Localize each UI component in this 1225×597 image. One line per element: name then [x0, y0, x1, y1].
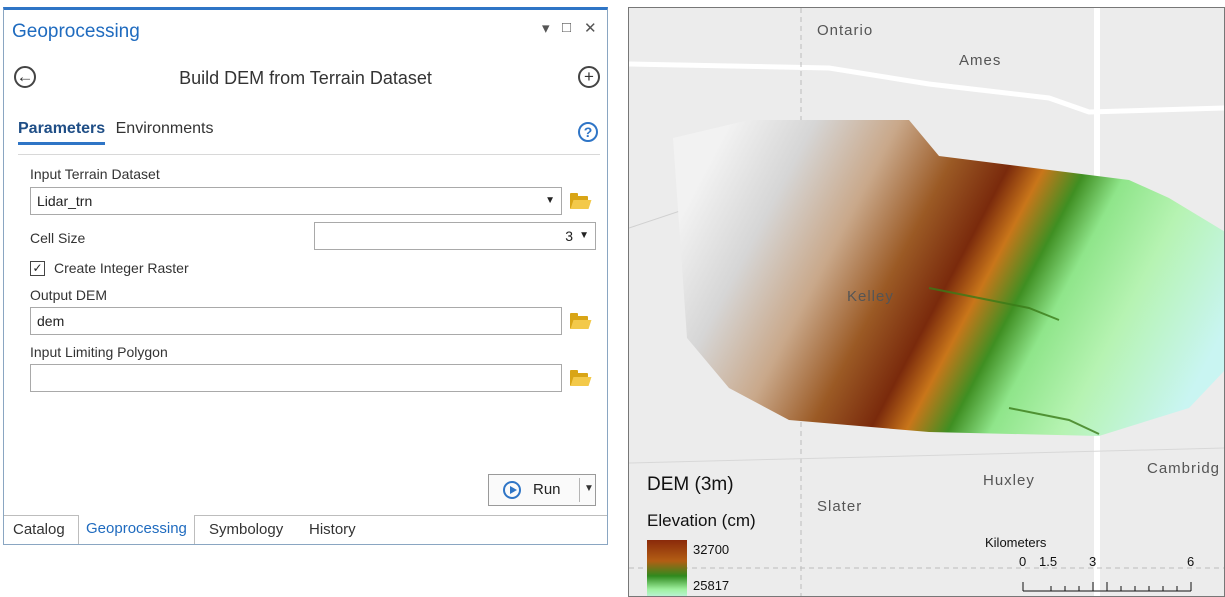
- tool-header: Build DEM from Terrain Dataset ← +: [4, 62, 607, 98]
- scale-tick-2: 3: [1089, 554, 1097, 569]
- plus-icon[interactable]: +: [578, 66, 600, 88]
- pane-options-chevron-icon[interactable]: ▾: [542, 19, 550, 37]
- place-huxley: Huxley: [983, 472, 1035, 489]
- create-integer-checkbox[interactable]: ✓: [30, 261, 45, 276]
- close-icon[interactable]: ✕: [584, 19, 597, 37]
- play-icon: [503, 481, 521, 499]
- limiting-polygon-label: Input Limiting Polygon: [30, 344, 168, 360]
- chevron-down-icon: ▼: [579, 230, 589, 241]
- map-view[interactable]: Ontario Ames Kelley Huxley Slater Cambri…: [628, 7, 1225, 597]
- maximize-icon[interactable]: □: [562, 19, 571, 36]
- run-button[interactable]: Run ▼: [488, 474, 596, 506]
- geoprocessing-pane: Geoprocessing ▾ □ ✕ Build DEM from Terra…: [3, 7, 608, 545]
- dem-raster: [673, 120, 1224, 436]
- legend-low-value: 25817: [693, 578, 730, 593]
- run-divider: [579, 478, 580, 502]
- bottom-tab-bar: Catalog Geoprocessing Symbology History: [4, 515, 607, 544]
- legend-high-value: 32700: [693, 542, 730, 557]
- output-dem-input[interactable]: dem: [30, 307, 562, 335]
- scale-bar: [1022, 582, 1192, 592]
- back-arrow-icon[interactable]: ←: [14, 66, 36, 88]
- tab-parameters[interactable]: Parameters: [18, 120, 106, 145]
- tab-history[interactable]: History: [302, 516, 363, 544]
- legend-subtitle: Elevation (cm): [647, 511, 756, 530]
- tab-environments[interactable]: Environments: [116, 120, 214, 138]
- limiting-polygon-input[interactable]: [30, 364, 562, 392]
- place-cambridge: Cambridg: [1147, 460, 1221, 477]
- scale-tick-0: 0: [1019, 554, 1027, 569]
- chevron-down-icon[interactable]: ▼: [584, 483, 594, 494]
- chevron-down-icon: ▼: [545, 195, 555, 206]
- divider: [18, 154, 600, 155]
- output-dem-label: Output DEM: [30, 287, 108, 303]
- scale-tick-1: 1.5: [1039, 554, 1058, 569]
- place-ontario: Ontario: [817, 22, 874, 39]
- pane-title: Geoprocessing: [12, 21, 140, 42]
- tool-title: Build DEM from Terrain Dataset: [179, 68, 432, 88]
- run-label: Run: [533, 481, 561, 498]
- legend-title: DEM (3m): [647, 474, 734, 495]
- cell-size-select[interactable]: 3 ▼: [314, 222, 596, 250]
- create-integer-label: Create Integer Raster: [54, 260, 189, 276]
- tab-symbology[interactable]: Symbology: [202, 516, 290, 544]
- browse-folder-icon[interactable]: [570, 313, 592, 329]
- tab-geoprocessing[interactable]: Geoprocessing: [78, 515, 195, 544]
- browse-folder-icon[interactable]: [570, 370, 592, 386]
- scale-units: Kilometers: [985, 535, 1047, 550]
- browse-folder-icon[interactable]: [570, 193, 592, 209]
- parameter-tabs: Parameters Environments: [18, 120, 213, 145]
- legend-ramp: [647, 540, 687, 596]
- place-kelley: Kelley: [847, 288, 894, 305]
- scale-tick-3: 6: [1187, 554, 1195, 569]
- place-ames: Ames: [959, 52, 1002, 69]
- tab-catalog[interactable]: Catalog: [6, 516, 72, 544]
- input-terrain-label: Input Terrain Dataset: [30, 166, 160, 182]
- cell-size-label: Cell Size: [30, 230, 86, 246]
- place-slater: Slater: [817, 498, 863, 515]
- help-icon[interactable]: ?: [578, 122, 598, 142]
- input-terrain-select[interactable]: Lidar_trn ▼: [30, 187, 562, 215]
- map-canvas: [629, 8, 1224, 596]
